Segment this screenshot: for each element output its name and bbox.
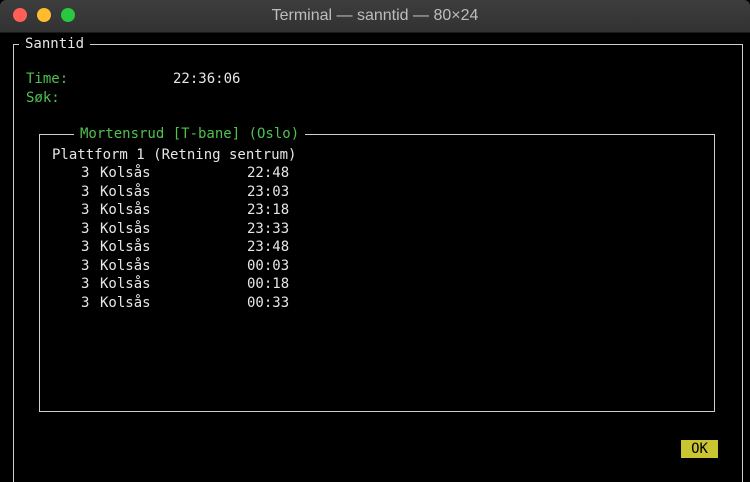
terminal-content[interactable]: Sanntid Time: 22:36:06 Søk: Mortensrud […: [0, 33, 750, 482]
departure-line-number: 3: [81, 183, 90, 200]
time-value: 22:36:06: [173, 71, 241, 87]
departure-line-number: 3: [81, 294, 90, 311]
departure-destination: Kolsås: [100, 165, 151, 181]
time-label: Time:: [26, 71, 69, 87]
departure-time: 22:48: [247, 165, 290, 181]
station-name: Mortensrud [T-bane] (Oslo): [74, 125, 306, 143]
departure-destination: Kolsås: [100, 257, 151, 274]
departure-destination: Kolsås: [100, 183, 151, 200]
platform-heading: Plattform 1 (Retning sentrum): [52, 147, 297, 163]
departure-destination: Kolsås: [100, 220, 151, 237]
ok-button[interactable]: OK: [681, 440, 718, 458]
departure-line-number: 3: [81, 276, 90, 292]
departure-destination: Kolsås: [100, 294, 151, 311]
departure-line-number: 3: [81, 257, 90, 274]
panel-title: Sanntid: [19, 35, 91, 53]
departure-line-number: 3: [81, 239, 90, 255]
departure-time: 00:03: [247, 257, 290, 274]
search-label: Søk:: [26, 90, 60, 106]
search-input[interactable]: [70, 89, 370, 107]
departure-time: 00:33: [247, 294, 290, 311]
departure-time: 23:33: [247, 220, 290, 237]
departure-time: 00:18: [247, 276, 290, 292]
departure-line-number: 3: [81, 220, 90, 237]
departure-time: 23:18: [247, 202, 290, 218]
departure-time: 23:48: [247, 239, 290, 255]
departure-line-number: 3: [81, 202, 90, 218]
terminal-window: Terminal — sanntid — 80×24 Sanntid Time:…: [0, 0, 750, 482]
departure-destination: Kolsås: [100, 202, 151, 218]
departure-time: 23:03: [247, 183, 290, 200]
window-title: Terminal — sanntid — 80×24: [271, 7, 479, 24]
departure-destination: Kolsås: [100, 239, 151, 255]
departure-destination: Kolsås: [100, 276, 151, 292]
title-bar[interactable]: Terminal — sanntid — 80×24: [0, 0, 750, 33]
departure-line-number: 3: [81, 165, 90, 181]
